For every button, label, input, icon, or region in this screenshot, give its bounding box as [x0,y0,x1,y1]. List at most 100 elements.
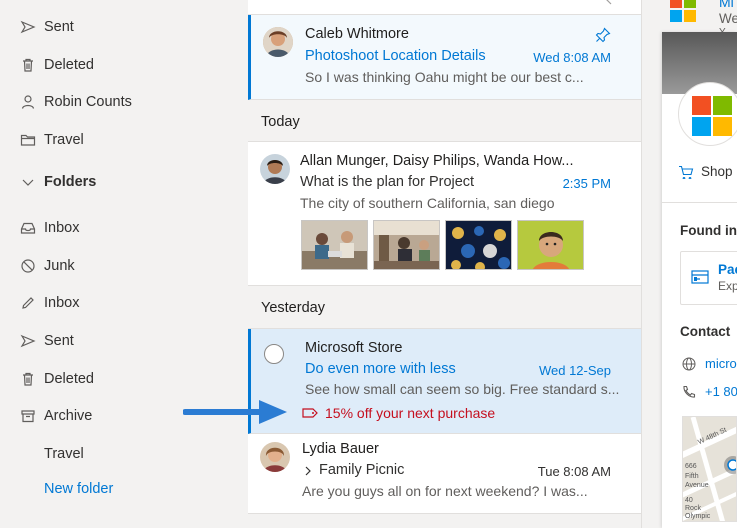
cart-icon [679,165,694,179]
message-preview: Are you guys all on for next weekend? I … [302,483,588,499]
nav-item-deleted[interactable]: Deleted [18,53,94,77]
message-preview: So I was thinking Oahu might be our best… [305,69,584,85]
microsoft-logo-small [670,0,698,28]
phone-link[interactable]: +1 80 [682,384,737,399]
nav-item-travel-2[interactable]: Travel [44,442,84,466]
nav-item-robin-counts[interactable]: Robin Counts [18,90,132,114]
select-checkbox[interactable] [264,344,284,364]
top-contact-subtitle: We [719,11,737,26]
chevron-down-icon [18,172,38,192]
attachment-thumbnail-pattern[interactable] [445,220,512,270]
nav-item-sent-2[interactable]: Sent [18,329,74,353]
folder-icon [18,130,38,150]
message-subject: Family Picnic [319,462,405,478]
message-subject: Photoshoot Location Details [305,48,486,64]
package-subtitle: Exp [718,279,737,293]
nav-item-inbox[interactable]: Inbox [18,216,79,240]
new-folder-link[interactable]: New folder [44,477,113,501]
nav-item-label: Travel [44,446,84,462]
attachment-thumbnail-office[interactable] [373,220,440,270]
archive-icon [18,406,38,426]
message-item-pinned[interactable]: Caleb Whitmore Photoshoot Location Detai… [248,15,641,100]
map-avenue-label: Avenue [685,482,709,489]
map-olympic-label: Olympic [685,513,711,520]
annotation-arrow [183,400,287,424]
group-header-label: Yesterday [261,300,325,316]
message-time: Tue 8:08 AM [537,464,611,479]
sender-name: Caleb Whitmore [305,26,409,42]
nav-item-label: New folder [44,481,114,497]
nav-item-label: Sent [44,19,74,35]
phone-icon [683,385,696,398]
avatar [260,442,290,472]
sender-name: Microsoft Store [305,340,403,356]
phone-text: +1 80 [705,384,737,399]
message-time: Wed 8:08 AM [533,50,611,65]
group-header-today: Today [248,100,641,142]
map-40-label: 40 [685,497,693,504]
nav-item-label: Archive [44,408,93,424]
contact-heading: Contact [680,324,731,339]
nav-item-label: Sent [44,333,74,349]
attachment-thumbnail-child[interactable] [517,220,584,270]
nav-item-label: Robin Counts [44,94,132,110]
shop-label: Shop r [701,164,737,179]
nav-item-label: Deleted [44,371,94,387]
message-subject: What is the plan for Project [300,174,475,190]
chevron-right-icon [305,466,311,476]
package-icon [691,270,709,284]
attachment-thumbnail-people-table[interactable] [301,220,368,270]
avatar [263,27,293,57]
map-rock-label: Rock [685,505,701,512]
promo-tag[interactable]: 15% off your next purchase [302,405,495,421]
sender-name: Lydia Bauer [302,441,379,457]
nav-item-sent[interactable]: Sent [18,15,74,39]
contact-card: Shop r Found in Pac Exp Contact micro +1… [662,32,737,528]
map-thumbnail[interactable]: W 48th St 666 Fifth Avenue 40 Rock Olymp… [682,416,737,522]
nav-item-archive[interactable]: Archive [18,404,92,428]
message-list: Caleb Whitmore Photoshoot Location Detai… [248,0,642,528]
nav-item-travel[interactable]: Travel [18,128,84,152]
pin-icon[interactable] [595,27,611,43]
nav-item-inbox-drafts[interactable]: Inbox [18,291,79,315]
message-preview: See how small can seem so big. Free stan… [305,381,620,397]
pencil-icon [18,293,38,313]
package-card[interactable]: Pac Exp [680,251,737,305]
avatar [260,154,290,184]
promo-text: 15% off your next purchase [325,405,496,421]
send-icon [18,17,38,37]
website-link[interactable]: micro [682,356,737,371]
message-item-lydia[interactable]: Lydia Bauer Family Picnic Tue 8:08 AM Ar… [248,434,641,514]
list-footer [248,514,641,528]
nav-item-junk[interactable]: Junk [18,254,75,278]
message-subject: Do even more with less [305,361,456,377]
nav-item-label: Inbox [44,295,80,311]
nav-item-label: Inbox [44,220,80,236]
nav-item-label: Junk [44,258,75,274]
nav-item-label: Deleted [44,57,94,73]
map-number-label: 666 [685,463,697,470]
message-time: 2:35 PM [562,176,611,191]
divider [662,202,737,203]
attachment-thumbnails [301,220,584,270]
message-time: Wed 12-Sep [538,363,611,378]
blocked-icon [18,256,38,276]
group-header-label: Today [261,114,300,130]
folders-header[interactable]: Folders [18,170,96,194]
microsoft-logo [678,82,737,146]
nav-item-label: Folders [44,174,97,190]
send-icon [18,331,38,351]
partial-icon [606,0,612,5]
found-in-heading: Found in [680,223,737,238]
person-icon [18,92,38,112]
top-contact-name[interactable]: Mi [719,0,734,10]
nav-item-label: Travel [44,132,84,148]
globe-icon [682,357,696,370]
map-fifth-label: Fifth [685,473,699,480]
package-title: Pac [718,262,737,277]
nav-item-deleted-2[interactable]: Deleted [18,367,94,391]
message-item-partial[interactable] [248,0,641,15]
sender-name: Allan Munger, Daisy Philips, Wanda How..… [300,153,574,169]
shop-link[interactable]: Shop r [678,164,737,179]
group-header-yesterday: Yesterday [248,286,641,329]
